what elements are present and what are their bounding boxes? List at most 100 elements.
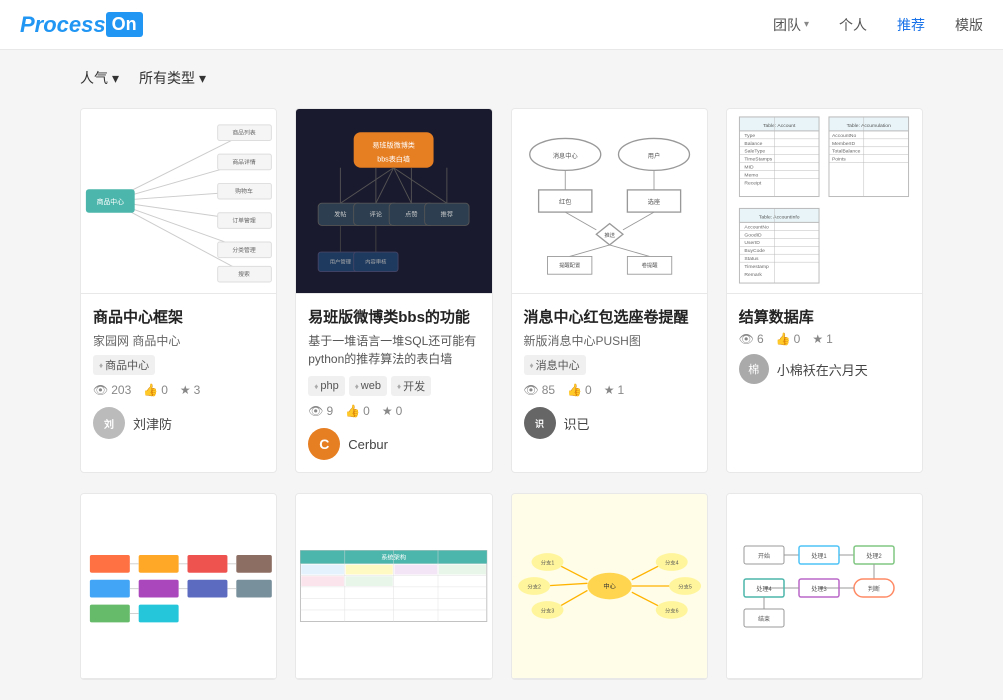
filters-bar: 人气 ▾ 所有类型 ▾ xyxy=(0,50,1003,98)
author-name: 识已 xyxy=(564,414,590,433)
avatar: 刘 xyxy=(93,407,125,439)
svg-text:Timestamp: Timestamp xyxy=(745,264,770,270)
svg-text:红包: 红包 xyxy=(559,198,571,206)
like-count: 👍 0 xyxy=(776,332,801,346)
card-1-stats: 👁 203 👍 0 ★ 3 xyxy=(93,383,264,397)
nav-template[interactable]: 模版 xyxy=(955,15,983,35)
header: ProcessOn 团队 ▾ 个人 推荐 模版 xyxy=(0,0,1003,50)
svg-text:Table: Accumulation: Table: Accumulation xyxy=(847,123,891,129)
view-count: 👁 85 xyxy=(524,383,556,397)
star-count: ★ 3 xyxy=(180,383,200,397)
chevron-down-icon: ▾ xyxy=(804,19,809,30)
svg-text:AccountNo: AccountNo xyxy=(832,133,857,139)
like-icon: 👍 xyxy=(345,404,360,418)
svg-text:MID: MID xyxy=(745,165,755,171)
card-4-title: 结算数据库 xyxy=(739,306,910,327)
svg-text:bbs表白墙: bbs表白墙 xyxy=(378,155,411,164)
card-4-author: 棉 小棉袄在六月天 xyxy=(739,354,910,384)
svg-text:Receipt: Receipt xyxy=(745,181,762,187)
card-3-tags: 消息中心 xyxy=(524,355,695,375)
view-count: 👁 9 xyxy=(308,404,333,418)
card-5[interactable] xyxy=(80,493,277,680)
svg-text:Balance: Balance xyxy=(745,141,763,147)
card-3-stats: 👁 85 👍 0 ★ 1 xyxy=(524,383,695,397)
svg-text:Points: Points xyxy=(832,157,846,163)
card-5-preview xyxy=(81,494,276,679)
card-6[interactable]: 系统架构 xyxy=(295,493,492,680)
card-3[interactable]: 消息中心 用户 红包 选座 推送 提醒配置 卷提醒 xyxy=(511,108,708,473)
card-7[interactable]: 中心 分支1 分支2 分支3 分支4 分支5 分支6 xyxy=(511,493,708,680)
card-3-subtitle: 新版消息中心PUSH图 xyxy=(524,332,695,349)
nav-team[interactable]: 团队 ▾ xyxy=(773,15,809,35)
card-2[interactable]: 易班版微博类 bbs表白墙 发帖 评论 点赞 推荐 xyxy=(295,108,492,473)
eye-icon: 👁 xyxy=(739,332,754,346)
svg-text:商品列表: 商品列表 xyxy=(232,129,256,137)
logo[interactable]: ProcessOn xyxy=(20,12,143,38)
svg-text:分支1: 分支1 xyxy=(540,559,554,567)
card-4-preview: Table: Account Type Balance SaleType Tim… xyxy=(727,109,922,294)
svg-text:BuyCode: BuyCode xyxy=(745,248,766,254)
svg-text:商品中心: 商品中心 xyxy=(97,197,124,206)
card-2-tags: php web 开发 xyxy=(308,376,479,396)
svg-text:分支2: 分支2 xyxy=(527,583,541,591)
card-1-body: 商品中心框架 家园网 商品中心 商品中心 👁 203 👍 0 ★ 3 刘 刘津防 xyxy=(81,294,276,451)
chevron-down-icon: ▾ xyxy=(112,70,119,87)
svg-text:MemberID: MemberID xyxy=(832,141,856,147)
svg-text:用户: 用户 xyxy=(647,152,659,160)
svg-text:提醒配置: 提醒配置 xyxy=(559,261,581,269)
svg-text:选座: 选座 xyxy=(647,198,659,206)
view-count: 👁 203 xyxy=(93,383,131,397)
card-2-stats: 👁 9 👍 0 ★ 0 xyxy=(308,404,479,418)
svg-text:分支6: 分支6 xyxy=(664,607,678,615)
svg-text:用户管理: 用户管理 xyxy=(330,258,352,266)
svg-text:SaleType: SaleType xyxy=(745,149,766,155)
card-4[interactable]: Table: Account Type Balance SaleType Tim… xyxy=(726,108,923,473)
svg-text:易班版微博类: 易班版微博类 xyxy=(373,140,416,149)
svg-text:分支4: 分支4 xyxy=(664,559,678,567)
svg-text:发帖: 发帖 xyxy=(334,211,346,219)
svg-text:TimeStamps: TimeStamps xyxy=(745,157,773,163)
card-7-preview: 中心 分支1 分支2 分支3 分支4 分支5 分支6 xyxy=(512,494,707,679)
cards-grid: 商品中心 商品列表 商品详情 购物车 订单管理 分类管理 搜索 商品中心框架 家… xyxy=(0,98,1003,493)
card-3-title: 消息中心红包选座卷提醒 xyxy=(524,306,695,327)
eye-icon: 👁 xyxy=(93,383,108,397)
svg-text:购物车: 购物车 xyxy=(235,187,253,195)
svg-text:订单管理: 订单管理 xyxy=(232,216,256,224)
card-1[interactable]: 商品中心 商品列表 商品详情 购物车 订单管理 分类管理 搜索 商品中心框架 家… xyxy=(80,108,277,473)
main-nav: 团队 ▾ 个人 推荐 模版 xyxy=(773,15,983,35)
avatar: 识 xyxy=(524,407,556,439)
svg-text:搜索: 搜索 xyxy=(238,270,250,278)
avatar: 棉 xyxy=(739,354,769,384)
svg-text:中心: 中心 xyxy=(603,583,615,591)
author-name: Cerbur xyxy=(348,437,388,452)
svg-text:处理3: 处理3 xyxy=(812,585,828,593)
card-1-subtitle: 家园网 商品中心 xyxy=(93,332,264,349)
author-name: 刘津防 xyxy=(133,414,172,433)
eye-icon: 👁 xyxy=(308,404,323,418)
svg-text:处理1: 处理1 xyxy=(812,552,828,560)
nav-personal[interactable]: 个人 xyxy=(839,15,867,35)
cards-grid-row2: 系统架构 xyxy=(0,493,1003,700)
svg-text:判断: 判断 xyxy=(868,585,880,593)
star-icon: ★ xyxy=(604,383,615,397)
tag-item: 开发 xyxy=(391,376,431,396)
svg-text:商品详情: 商品详情 xyxy=(232,158,256,166)
svg-text:结束: 结束 xyxy=(758,615,770,623)
card-1-tags: 商品中心 xyxy=(93,355,264,375)
card-2-preview: 易班版微博类 bbs表白墙 发帖 评论 点赞 推荐 xyxy=(296,109,491,294)
svg-text:UserID: UserID xyxy=(745,240,761,246)
like-icon: 👍 xyxy=(143,383,158,397)
nav-recommend[interactable]: 推荐 xyxy=(897,15,925,35)
star-icon: ★ xyxy=(812,332,823,346)
card-8[interactable]: 开始 处理1 处理2 判断 处理3 处理4 结束 xyxy=(726,493,923,680)
svg-text:Status: Status xyxy=(745,256,760,262)
like-count: 👍 0 xyxy=(345,404,370,418)
type-filter[interactable]: 所有类型 ▾ xyxy=(139,68,206,88)
svg-text:GoodID: GoodID xyxy=(745,232,763,238)
popularity-filter[interactable]: 人气 ▾ xyxy=(80,68,119,88)
card-4-body: 结算数据库 👁 6 👍 0 ★ 1 棉 小棉袄在六月天 xyxy=(727,294,922,396)
svg-text:卷提醒: 卷提醒 xyxy=(641,261,658,269)
logo-on: On xyxy=(106,12,143,37)
like-count: 👍 0 xyxy=(143,383,168,397)
card-3-body: 消息中心红包选座卷提醒 新版消息中心PUSH图 消息中心 👁 85 👍 0 ★ … xyxy=(512,294,707,451)
